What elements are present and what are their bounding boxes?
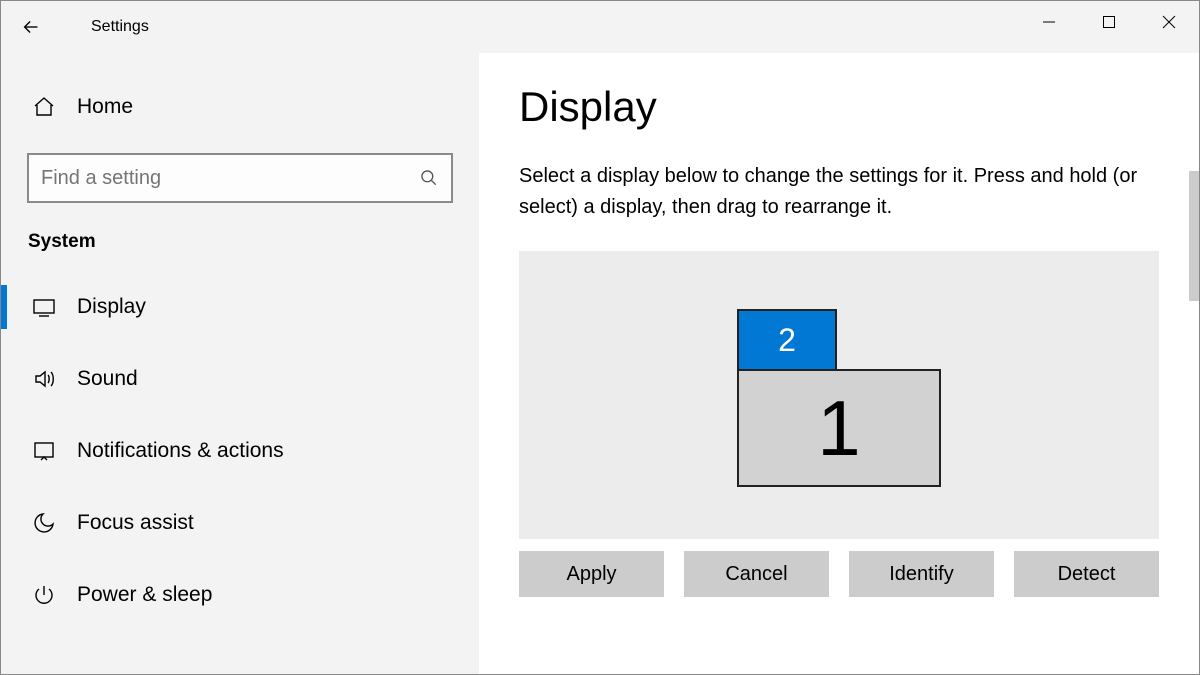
- search-box[interactable]: [27, 153, 453, 203]
- cancel-button[interactable]: Cancel: [684, 551, 829, 597]
- search-icon: [419, 168, 439, 188]
- content-area: Display Select a display below to change…: [479, 53, 1199, 674]
- monitor-1[interactable]: 1: [737, 369, 941, 487]
- window-controls: [1019, 1, 1199, 43]
- sidebar-item-display[interactable]: Display: [1, 271, 479, 343]
- window-body: Home System: [1, 53, 1199, 674]
- home-nav[interactable]: Home: [1, 79, 479, 135]
- page-title: Display: [519, 83, 1199, 131]
- sound-icon: [31, 367, 57, 391]
- section-label: System: [28, 231, 479, 253]
- home-label: Home: [77, 95, 133, 119]
- back-button[interactable]: [1, 1, 61, 53]
- display-arrange-area[interactable]: 2 1: [519, 251, 1159, 539]
- apply-button[interactable]: Apply: [519, 551, 664, 597]
- sidebar-item-label: Notifications & actions: [77, 439, 284, 463]
- sidebar-item-focus-assist[interactable]: Focus assist: [1, 487, 479, 559]
- minimize-icon: [1042, 15, 1056, 29]
- focus-assist-icon: [31, 511, 57, 535]
- display-icon: [31, 295, 57, 319]
- page-description: Select a display below to change the set…: [519, 161, 1139, 223]
- back-arrow-icon: [20, 16, 42, 38]
- sidebar: Home System: [1, 53, 479, 674]
- power-icon: [31, 583, 57, 607]
- close-icon: [1162, 15, 1176, 29]
- nav-list: Display Sound No: [1, 271, 479, 631]
- detect-button[interactable]: Detect: [1014, 551, 1159, 597]
- identify-button[interactable]: Identify: [849, 551, 994, 597]
- close-button[interactable]: [1139, 1, 1199, 43]
- search-wrap: [27, 153, 453, 203]
- sidebar-item-sound[interactable]: Sound: [1, 343, 479, 415]
- search-input[interactable]: [41, 167, 419, 190]
- sidebar-item-label: Display: [77, 295, 146, 319]
- button-row: Apply Cancel Identify Detect: [519, 551, 1159, 597]
- sidebar-item-label: Focus assist: [77, 511, 194, 535]
- window-title: Settings: [91, 18, 149, 36]
- titlebar: Settings: [1, 1, 1199, 53]
- monitor-2[interactable]: 2: [737, 309, 837, 371]
- notifications-icon: [31, 439, 57, 463]
- settings-window: Settings Home: [0, 0, 1200, 675]
- sidebar-item-label: Power & sleep: [77, 583, 212, 607]
- sidebar-item-label: Sound: [77, 367, 138, 391]
- minimize-button[interactable]: [1019, 1, 1079, 43]
- scrollbar[interactable]: [1189, 171, 1199, 301]
- home-icon: [31, 95, 57, 119]
- sidebar-item-power-sleep[interactable]: Power & sleep: [1, 559, 479, 631]
- maximize-button[interactable]: [1079, 1, 1139, 43]
- maximize-icon: [1102, 15, 1116, 29]
- sidebar-item-notifications[interactable]: Notifications & actions: [1, 415, 479, 487]
